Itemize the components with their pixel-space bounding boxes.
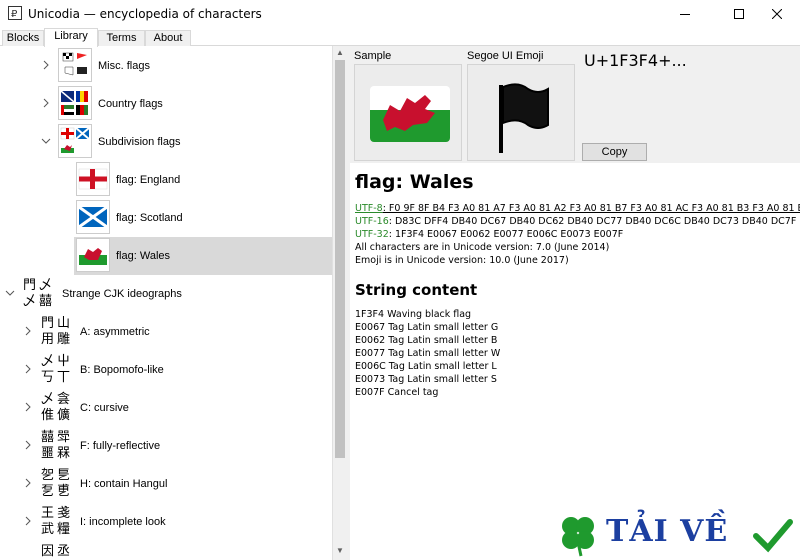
font-glyph [467,64,575,161]
string-item: E0067 Tag Latin small letter G [355,322,499,333]
tab-terms[interactable]: Terms [98,30,145,46]
svg-text:₽: ₽ [11,9,18,20]
tree-item-label[interactable]: Misc. flags [98,60,150,72]
string-item: E006C Tag Latin small letter L [355,361,497,372]
utf32-line: UTF-32: 1F3F4 E0067 E0062 E0077 E006C E0… [355,229,623,240]
tree-item-label[interactable]: F: fully-reflective [80,440,160,452]
maximize-icon [734,9,744,19]
cjk-thumbnail: 門山 用雕 [40,315,74,349]
chevron-right-icon[interactable] [23,516,33,526]
wales-flag-thumbnail [76,238,110,272]
utf8-value: : F0 9F 8F B4 F3 A0 81 A7 F3 A0 81 A2 F3… [382,203,800,214]
tree-item-label[interactable]: A: asymmetric [80,326,150,338]
minimize-button[interactable] [662,0,708,28]
tree-item-label[interactable]: Strange CJK ideographs [62,288,182,300]
unicode-version-line: All characters are in Unicode version: 7… [355,242,610,253]
utf16-link[interactable]: UTF-16 [355,216,389,227]
selected-row-highlight [74,237,332,275]
tree-item-label[interactable]: flag: Wales [116,250,170,262]
string-item: E0077 Tag Latin small letter W [355,348,501,359]
tree-item-label[interactable]: H: contain Hangul [80,478,167,490]
tree-item-label[interactable]: B: Bopomofo-like [80,364,164,376]
utf32-value: : 1F3F4 E0067 E0062 E0077 E006C E0073 E0… [388,229,624,240]
clover-logo-icon [562,517,594,557]
tree-item-label[interactable]: Subdivision flags [98,136,181,148]
chevron-right-icon[interactable] [23,326,33,336]
app-icon: ₽ [8,6,22,20]
tab-library[interactable]: Library [44,28,98,47]
cjk-thumbnail: 乄侌 倠儣 [40,391,74,425]
string-content-heading: String content [355,281,478,299]
chevron-down-icon[interactable] [41,136,51,146]
string-item: E0073 Tag Latin small letter S [355,374,497,385]
character-panel: Sample Segoe UI Emoji U+1F3F4+... Copy f… [350,46,800,560]
cjk-thumbnail: 乄屮 丂丅 [40,353,74,387]
string-item: E007F Cancel tag [355,387,439,398]
cjk-thumbnail: 乫乬 乭乶 [40,467,74,501]
sample-glyph [354,64,462,161]
font-label: Segoe UI Emoji [467,50,544,62]
scroll-thumb[interactable] [335,60,345,458]
tree-scrollbar[interactable]: ▲ ▼ [332,46,346,560]
chevron-right-icon[interactable] [23,402,33,412]
utf32-link[interactable]: UTF-32 [355,229,389,240]
country-flags-thumbnail [58,86,92,120]
utf8-link[interactable]: UTF-8 [355,203,383,214]
codepoint-label: U+1F3F4+... [584,51,687,70]
subdivision-flags-thumbnail [58,124,92,158]
tree-item-label[interactable]: I: incomplete look [80,516,166,528]
cjk-thumbnail: 因丞 [40,543,74,560]
minimize-icon [680,14,690,15]
copy-button[interactable]: Copy [582,143,647,161]
england-flag-thumbnail [76,162,110,196]
tree-item-label[interactable]: Country flags [98,98,163,110]
character-title: flag: Wales [355,171,474,193]
chevron-right-icon[interactable] [23,364,33,374]
tree-item-label[interactable]: flag: England [116,174,180,186]
chevron-right-icon[interactable] [41,60,51,70]
tab-about[interactable]: About [145,30,191,46]
sample-label: Sample [354,50,392,62]
chevron-right-icon[interactable] [41,98,51,108]
utf8-line: UTF-8: F0 9F 8F B4 F3 A0 81 A7 F3 A0 81 … [355,203,800,214]
utf16-value: : D83C DFF4 DB40 DC67 DB40 DC62 DB40 DC7… [388,216,797,227]
title-bar: ₽ Unicodia — encyclopedia of characters [0,0,800,28]
sample-area: Sample Segoe UI Emoji U+1F3F4+... Copy [350,46,800,163]
misc-flags-thumbnail [58,48,92,82]
close-button[interactable] [754,0,800,28]
window-title: Unicodia — encyclopedia of characters [28,7,262,21]
scotland-flag-thumbnail [76,200,110,234]
library-tree[interactable]: Misc. flags Country flags Subdivision fl… [0,46,332,560]
chevron-down-icon[interactable] [5,288,15,298]
tab-bar: Blocks Library Terms About [0,28,800,47]
chevron-right-icon[interactable] [23,440,33,450]
watermark-text: TẢI VỀ [606,514,729,549]
cjk-thumbnail: 王戔 武糧 [40,505,74,539]
tree-item-label[interactable]: C: cursive [80,402,129,414]
scroll-up-icon[interactable]: ▲ [335,48,345,58]
emoji-version-line: Emoji is in Unicode version: 10.0 (June … [355,255,569,266]
character-details: flag: Wales UTF-8: F0 9F 8F B4 F3 A0 81 … [350,163,800,560]
chevron-right-icon[interactable] [23,478,33,488]
tree-item-label[interactable]: flag: Scotland [116,212,183,224]
cjk-thumbnail: 囍斝 噩槑 [40,429,74,463]
tab-blocks[interactable]: Blocks [2,30,44,46]
close-icon [772,9,782,19]
cjk-thumbnail: 門乄 乄囍 [22,277,56,311]
scroll-down-icon[interactable]: ▼ [335,546,345,556]
utf16-line: UTF-16: D83C DFF4 DB40 DC67 DB40 DC62 DB… [355,216,796,227]
string-item: E0062 Tag Latin small letter B [355,335,498,346]
string-item: 1F3F4 Waving black flag [355,309,472,320]
checkmark-icon [753,519,793,553]
